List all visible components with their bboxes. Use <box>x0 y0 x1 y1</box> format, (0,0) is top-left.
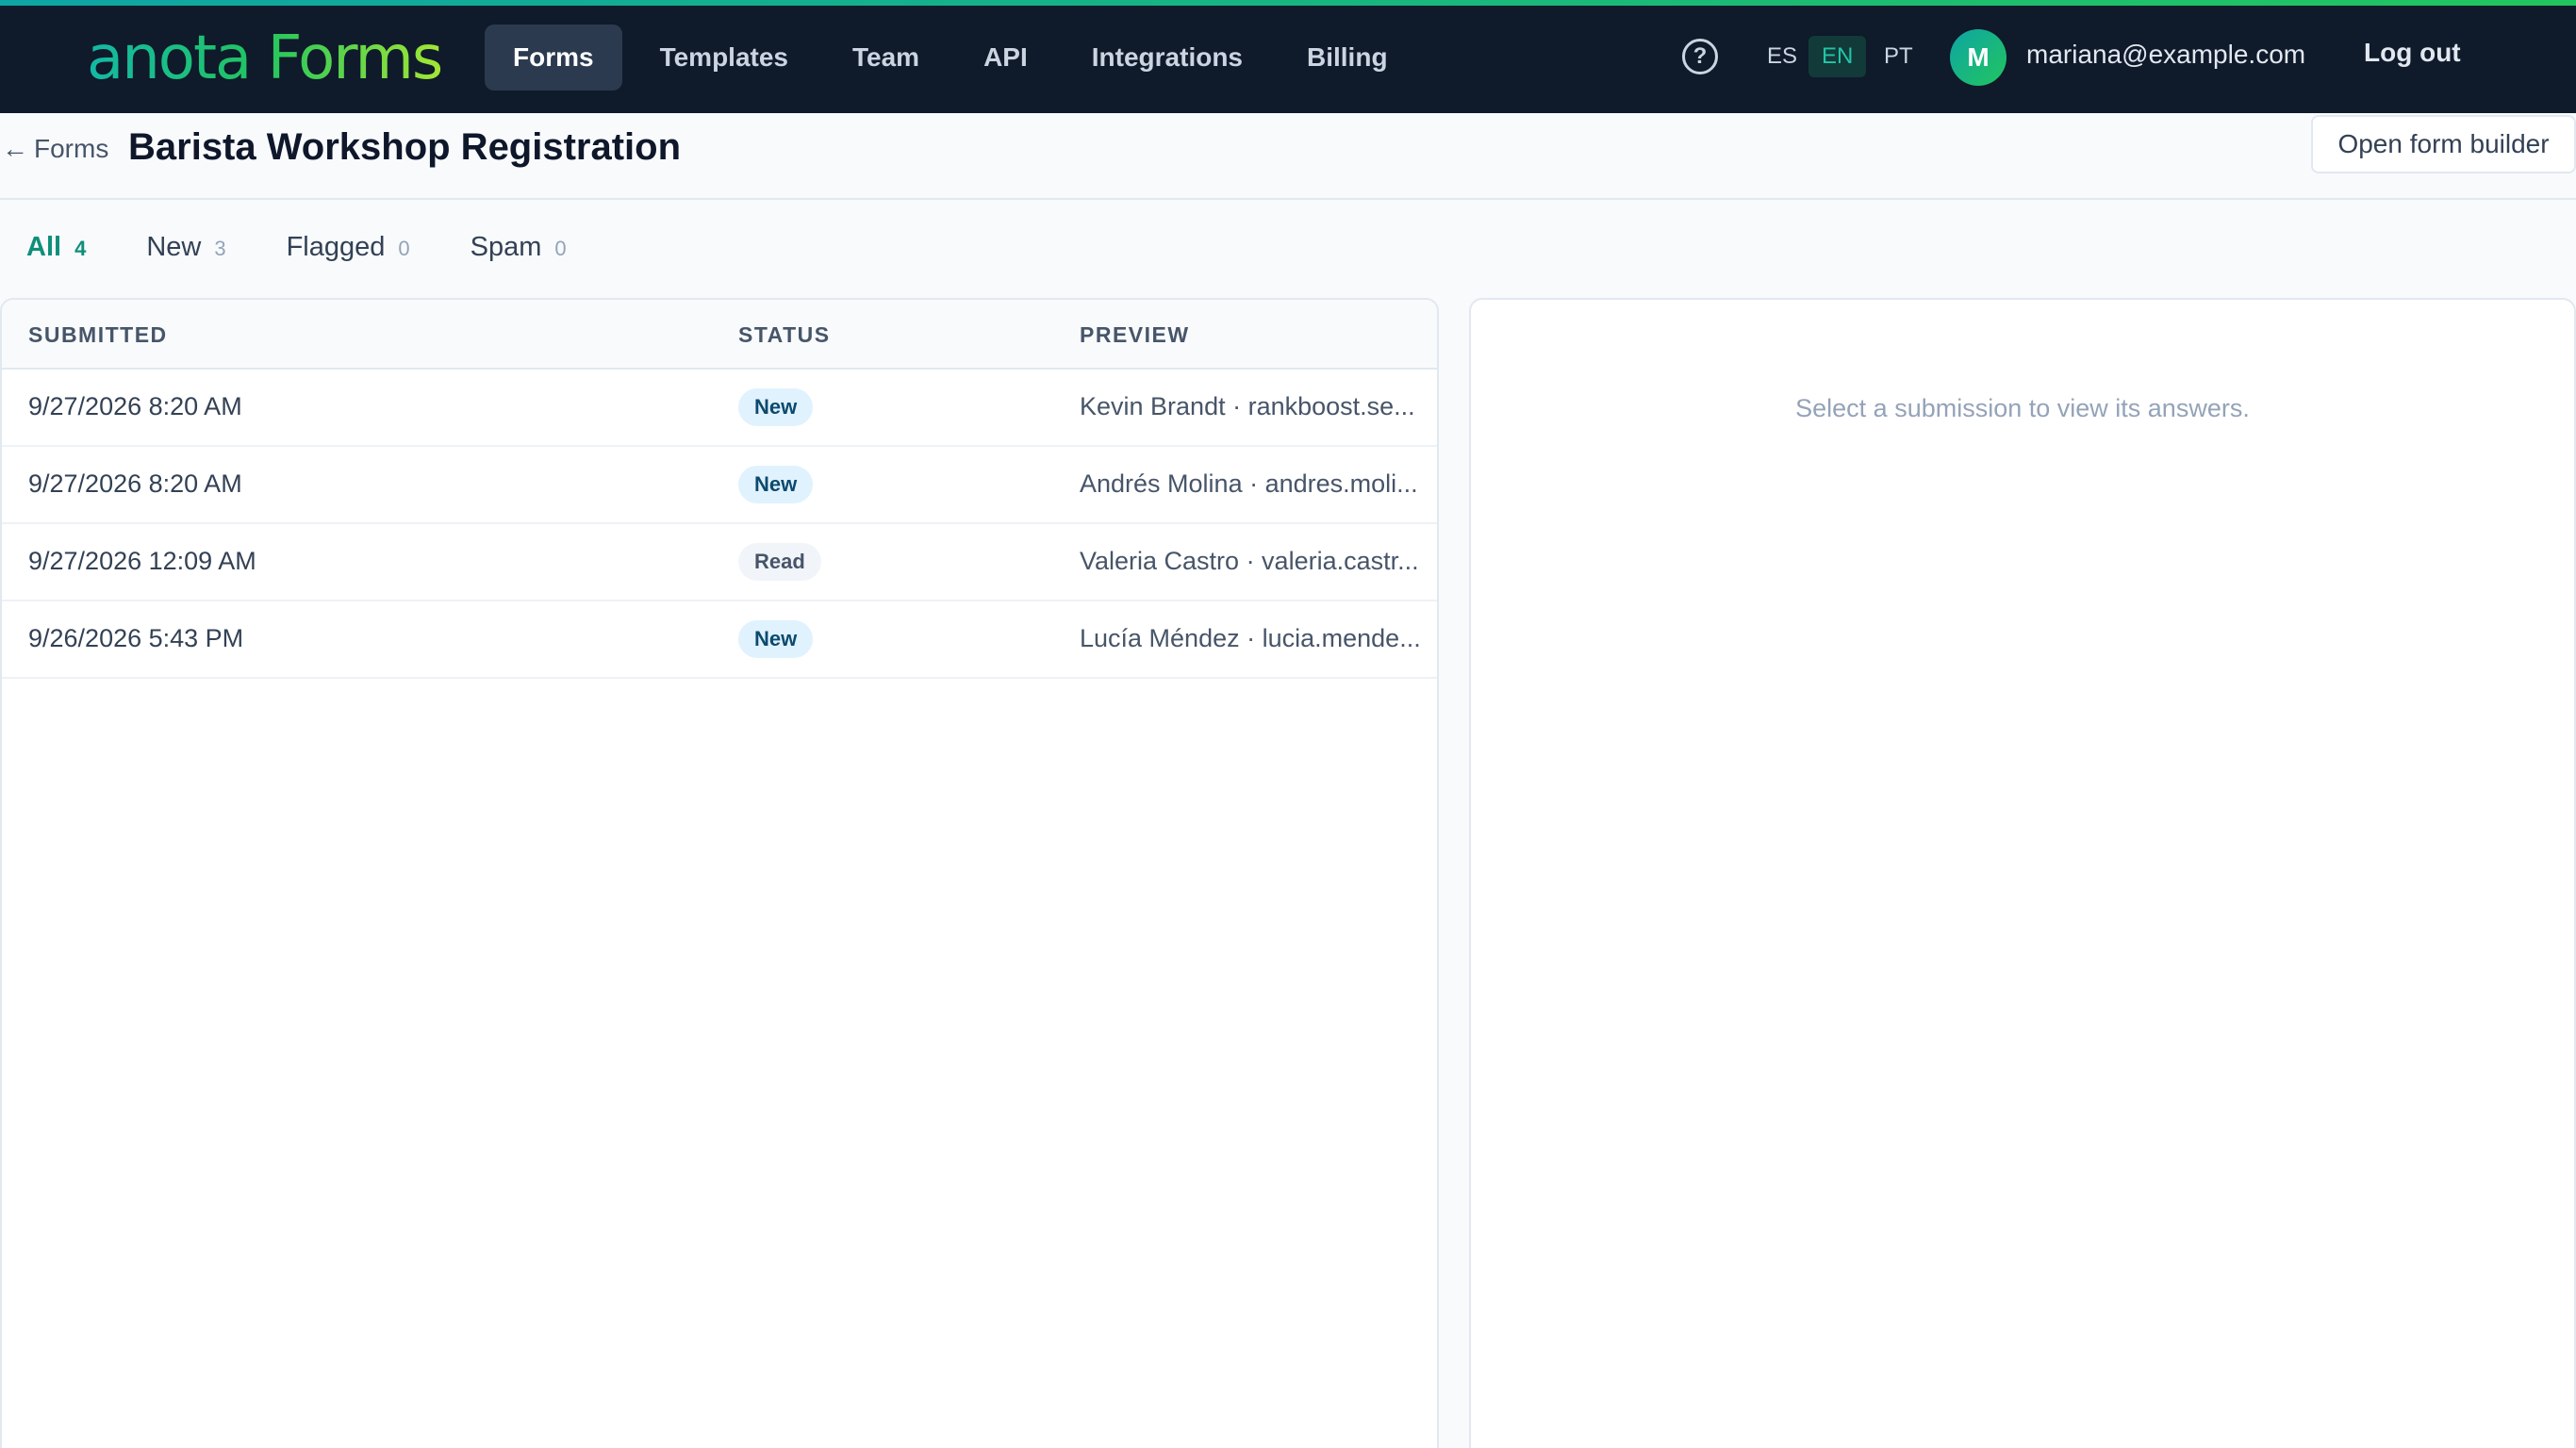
submission-preview: Kevin Brandt · rankboost.se... <box>1080 392 1415 420</box>
column-header-submitted[interactable]: SUBMITTED <box>28 322 168 348</box>
tab-all[interactable]: All 4 <box>26 232 86 263</box>
tab-count: 0 <box>554 237 567 260</box>
tab-new[interactable]: New 3 <box>146 232 225 263</box>
language-en[interactable]: EN <box>1808 36 1867 77</box>
accent-stripe <box>0 0 2576 6</box>
tab-label: Spam <box>470 232 542 262</box>
tab-count: 0 <box>398 237 410 260</box>
submissions-table: SUBMITTED STATUS PREVIEW 9/27/2026 8:20 … <box>0 298 1439 1448</box>
logout-button[interactable]: Log out <box>2364 38 2461 68</box>
table-row[interactable]: 9/27/2026 8:20 AM New Kevin Brandt · ran… <box>2 370 1437 447</box>
submitted-date: 9/26/2026 5:43 PM <box>28 624 244 652</box>
tab-label: All <box>26 232 62 262</box>
status-badge: New <box>738 388 814 426</box>
nav-item-api[interactable]: API <box>957 25 1054 90</box>
avatar[interactable]: M <box>1950 29 2006 86</box>
submitted-date: 9/27/2026 8:20 AM <box>28 392 242 420</box>
submission-preview: Andrés Molina · andres.moli... <box>1080 469 1418 498</box>
nav-item-billing[interactable]: Billing <box>1280 25 1414 90</box>
status-badge: Read <box>738 543 821 581</box>
page-title: Barista Workshop Registration <box>128 126 682 168</box>
tab-flagged[interactable]: Flagged 0 <box>287 232 410 263</box>
submission-filter-tabs: All 4 New 3 Flagged 0 Spam 0 <box>26 232 567 263</box>
open-form-builder-button[interactable]: Open form builder <box>2311 115 2576 173</box>
submission-preview: Lucía Méndez · lucia.mende... <box>1080 624 1421 652</box>
submitted-date: 9/27/2026 8:20 AM <box>28 469 242 498</box>
nav-item-templates[interactable]: Templates <box>634 25 815 90</box>
main-nav: Forms Templates Team API Integrations Bi… <box>485 25 1426 90</box>
page-header: ← Forms Barista Workshop Registration Op… <box>0 113 2576 200</box>
table-row[interactable]: 9/27/2026 8:20 AM New Andrés Molina · an… <box>2 447 1437 524</box>
table-row[interactable]: 9/27/2026 12:09 AM Read Valeria Castro ·… <box>2 524 1437 601</box>
column-header-preview[interactable]: PREVIEW <box>1080 322 1190 348</box>
question-circle-icon[interactable]: ? <box>1682 39 1718 74</box>
tab-spam[interactable]: Spam 0 <box>471 232 567 263</box>
top-navigation-bar: anota Forms Forms Templates Team API Int… <box>0 0 2576 113</box>
tab-count: 4 <box>74 237 87 260</box>
nav-item-integrations[interactable]: Integrations <box>1065 25 1269 90</box>
submitted-date: 9/27/2026 12:09 AM <box>28 547 256 575</box>
table-header: SUBMITTED STATUS PREVIEW <box>2 300 1437 370</box>
tab-label: New <box>146 232 202 262</box>
status-badge: New <box>738 620 814 658</box>
tab-count: 3 <box>214 237 226 260</box>
submission-detail-panel: Select a submission to view its answers. <box>1469 298 2576 1448</box>
language-es[interactable]: ES <box>1754 36 1810 77</box>
nav-item-team[interactable]: Team <box>826 25 946 90</box>
table-row[interactable]: 9/26/2026 5:43 PM New Lucía Méndez · luc… <box>2 601 1437 679</box>
empty-state-message: Select a submission to view its answers. <box>1795 394 2250 422</box>
language-pt[interactable]: PT <box>1871 36 1926 77</box>
column-header-status[interactable]: STATUS <box>738 322 831 348</box>
arrow-left-icon: ← <box>2 134 28 163</box>
nav-item-forms[interactable]: Forms <box>485 25 622 90</box>
tab-label: Flagged <box>286 232 386 262</box>
submission-preview: Valeria Castro · valeria.castr... <box>1080 547 1419 575</box>
status-badge: New <box>738 466 814 503</box>
app-logo[interactable]: anota Forms <box>87 21 443 96</box>
user-email[interactable]: mariana@example.com <box>2026 40 2305 70</box>
back-to-forms-link[interactable]: ← Forms <box>2 134 108 164</box>
back-link-label: Forms <box>34 134 109 163</box>
